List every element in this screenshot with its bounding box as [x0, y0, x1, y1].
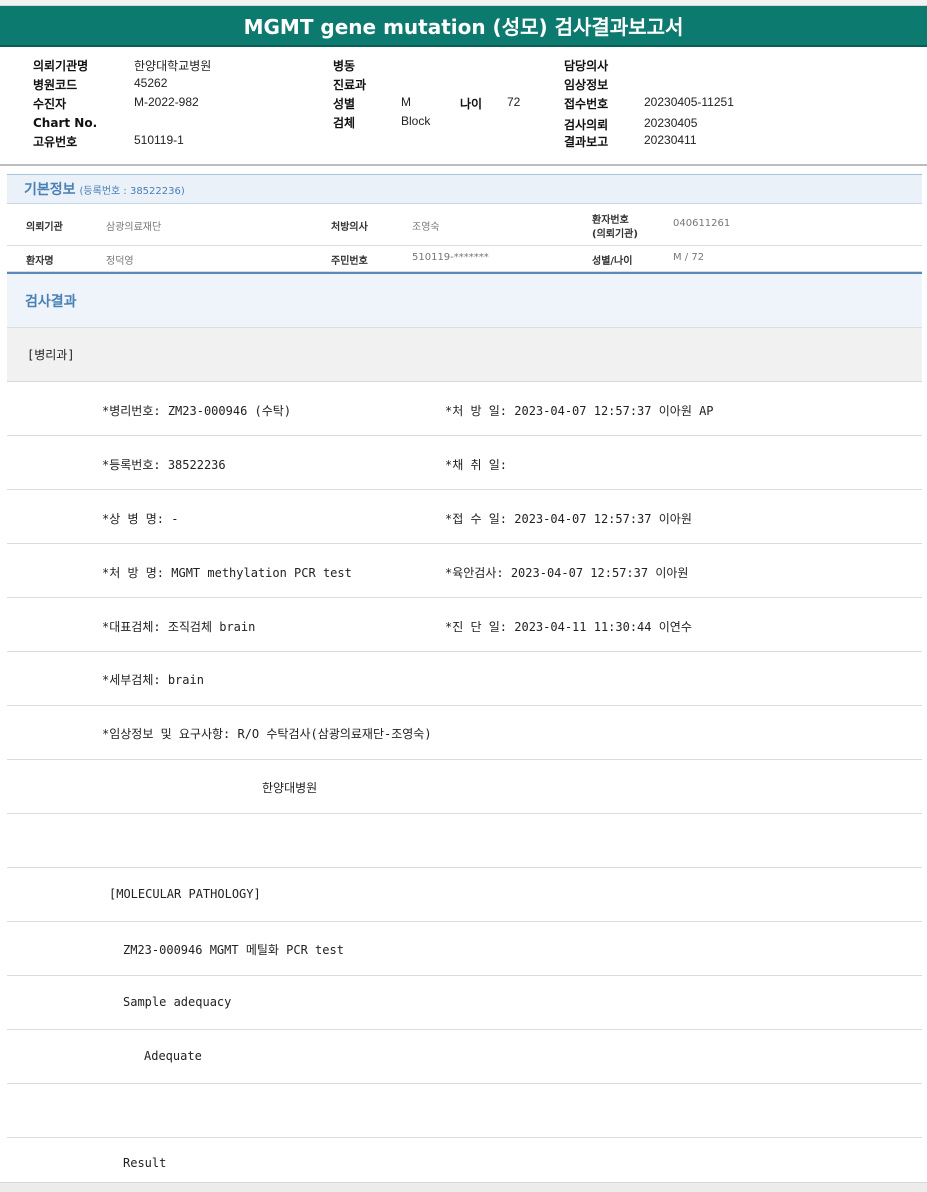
result-line-12: Sample adequacy	[7, 976, 922, 1030]
result-line-3: *상 병 명: - *접 수 일: 2023-04-07 12:57:37 이아…	[7, 490, 922, 544]
result-line-5: *대표검체: 조직검체 brain *진 단 일: 2023-04-11 11:…	[7, 598, 922, 652]
basic-rrn-label: 주민번호	[331, 256, 368, 267]
requesting-institution-label: 의뢰기관명	[33, 59, 89, 73]
basic-doctor-label: 처방의사	[331, 222, 368, 233]
gross-exam-date: *육안검사: 2023-04-07 12:57:37 이아원	[445, 566, 689, 580]
hospital-name: 한양대병원	[262, 781, 318, 795]
results-department: [병리과]	[7, 328, 922, 382]
disease-name: *상 병 명: -	[102, 512, 179, 526]
specimen-value: Block	[401, 114, 431, 128]
result-report-value: 20230411	[644, 133, 697, 147]
result-line-2: *등록번호: 38522236 *채 취 일:	[7, 436, 922, 490]
result-line-11: ZM23-000946 MGMT 메틸화 PCR test	[7, 922, 922, 976]
result-line-1: *병리번호: ZM23-000946 (수탁) *처 방 일: 2023-04-…	[7, 382, 922, 436]
examinee-label: 수진자	[33, 97, 67, 111]
receipt-number-label: 접수번호	[564, 97, 609, 111]
window-bottom-strip	[0, 1182, 927, 1192]
receipt-number-value: 20230405-11251	[644, 95, 734, 109]
pathology-number: *병리번호: ZM23-000946 (수탁)	[102, 404, 292, 418]
basic-doctor-value: 조영숙	[412, 222, 440, 233]
basic-sexage-value: M / 72	[673, 252, 705, 263]
test-id-line: ZM23-000946 MGMT 메틸화 PCR test	[123, 943, 344, 957]
basic-info-header: 기본정보 (등록번호 : 38522236)	[7, 174, 922, 204]
result-line-13: Adequate	[7, 1030, 922, 1084]
diagnosis-date: *진 단 일: 2023-04-11 11:30:44 이연수	[445, 620, 692, 634]
age-value: 72	[507, 95, 521, 109]
basic-institution-value: 삼광의료재단	[106, 222, 162, 233]
result-line-8: 한양대병원	[7, 760, 922, 814]
report-header-info: 의뢰기관명 한양대학교병원 병원코드 45262 수진자 M-2022-982 …	[0, 48, 927, 166]
result-line-10: [MOLECULAR PATHOLOGY]	[7, 868, 922, 922]
hospital-code-label: 병원코드	[33, 78, 78, 92]
basic-patient-no-value: 040611261	[673, 218, 731, 229]
result-line-9	[7, 814, 922, 868]
molecular-pathology-heading: [MOLECULAR PATHOLOGY]	[109, 887, 261, 901]
receipt-date: *접 수 일: 2023-04-07 12:57:37 이아원	[445, 512, 692, 526]
basic-name-label: 환자명	[26, 256, 54, 267]
ward-label: 병동	[333, 59, 356, 73]
sample-adequacy-label: Sample adequacy	[123, 995, 232, 1009]
basic-patient-no-label-1: 환자번호	[592, 215, 629, 226]
sex-value: M	[401, 95, 411, 109]
result-line-7: *임상정보 및 요구사항: R/O 수탁검사(삼광의료재단-조영숙)	[7, 706, 922, 760]
result-line-6: *세부검체: brain	[7, 652, 922, 706]
report-title: MGMT gene mutation (성모) 검사결과보고서	[0, 6, 927, 47]
examinee-value: M-2022-982	[134, 95, 199, 109]
basic-institution-label: 의뢰기관	[26, 222, 63, 233]
age-label: 나이	[460, 97, 483, 111]
results-header: 검사결과	[7, 272, 922, 328]
registration-number: *등록번호: 38522236	[102, 458, 226, 472]
basic-name-value: 정덕영	[106, 256, 134, 267]
representative-specimen: *대표검체: 조직검체 brain	[102, 620, 256, 634]
unique-number-label: 고유번호	[33, 135, 78, 149]
chart-no-label: Chart No.	[33, 116, 98, 130]
clinical-info-requests: *임상정보 및 요구사항: R/O 수탁검사(삼광의료재단-조영숙)	[102, 727, 432, 741]
basic-info-registration: (등록번호 : 38522236)	[79, 185, 185, 197]
department-label: 진료과	[333, 78, 367, 92]
result-line-14	[7, 1084, 922, 1138]
prescription-date: *처 방 일: 2023-04-07 12:57:37 이아원 AP	[445, 404, 714, 418]
basic-sexage-label: 성별/나이	[592, 256, 633, 267]
hospital-code-value: 45262	[134, 76, 168, 90]
result-report-label: 결과보고	[564, 135, 609, 149]
basic-patient-no-label-2: (의뢰기관)	[592, 229, 638, 240]
test-request-label: 검사의뢰	[564, 118, 609, 132]
sample-adequacy-value: Adequate	[144, 1049, 202, 1063]
basic-info-row-2: 환자명 정덕영 주민번호 510119-******* 성별/나이 M / 72	[7, 246, 922, 272]
result-label: Result	[123, 1156, 167, 1170]
collection-date: *채 취 일:	[445, 458, 508, 472]
results-title: 검사결과	[25, 293, 77, 310]
detail-specimen: *세부검체: brain	[102, 673, 204, 687]
sex-label: 성별	[333, 97, 356, 111]
specimen-label: 검체	[333, 116, 356, 130]
basic-info-title: 기본정보	[24, 182, 76, 198]
basic-rrn-value: 510119-*******	[412, 252, 489, 263]
test-request-value: 20230405	[644, 116, 698, 130]
requesting-institution-value: 한양대학교병원	[134, 59, 212, 73]
prescription-name: *처 방 명: MGMT methylation PCR test	[102, 566, 352, 580]
basic-info-row-1: 의뢰기관 삼광의료재단 처방의사 조영숙 환자번호 (의뢰기관) 0406112…	[7, 204, 922, 246]
clinical-info-label: 임상정보	[564, 78, 609, 92]
result-line-4: *처 방 명: MGMT methylation PCR test *육안검사:…	[7, 544, 922, 598]
attending-doctor-label: 담당의사	[564, 59, 609, 73]
unique-number-value: 510119-1	[134, 133, 184, 147]
